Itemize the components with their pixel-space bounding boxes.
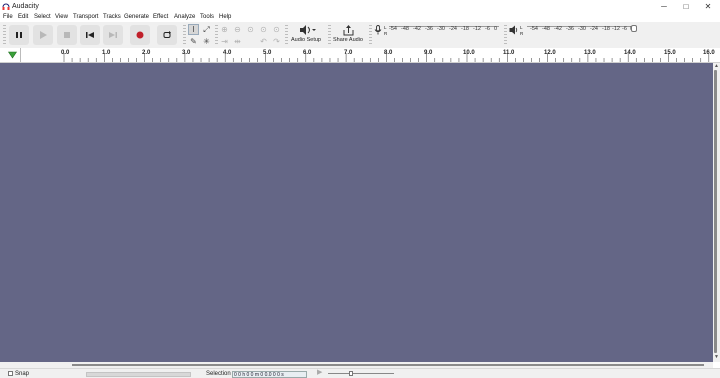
maximize-button[interactable]: □ — [676, 1, 696, 12]
play-meter-tick: -18 — [602, 26, 610, 32]
toolbar: I ⤢ ✎ ✳ ⊕ ⊖ ⊙ ⊙ ⊙ ⇥ ⇹ ↶ ↷ Audio Setup Sh… — [0, 22, 720, 49]
menu-generate[interactable]: Generate — [124, 13, 149, 22]
play-speed-slider[interactable] — [328, 373, 394, 374]
share-audio-button[interactable]: Share Audio — [332, 24, 366, 46]
skip-to-end-icon — [109, 32, 117, 38]
zoom-toggle-icon[interactable]: ⊙ — [271, 24, 282, 35]
zoom-in-icon[interactable]: ⊕ — [219, 24, 230, 35]
scroll-up-arrow-icon[interactable]: ▲ — [714, 64, 719, 69]
play-meter-left-channel: L — [520, 25, 523, 30]
vertical-scroll-thumb[interactable] — [714, 70, 717, 353]
window-title: Audacity — [12, 3, 39, 10]
stop-icon — [64, 32, 70, 38]
toolbar-grip[interactable] — [369, 25, 372, 45]
record-meter-tick: -48 — [401, 26, 409, 32]
microphone-icon[interactable] — [374, 25, 382, 35]
menu-view[interactable]: View — [55, 13, 68, 22]
record-meter-tick: -18 — [461, 26, 469, 32]
menu-select[interactable]: Select — [34, 13, 51, 22]
selection-tool-icon[interactable]: I — [188, 24, 199, 35]
menu-transport[interactable]: Transport — [73, 13, 98, 22]
envelope-tool-icon[interactable]: ⤢ — [201, 24, 212, 35]
ruler-ticks — [63, 53, 710, 62]
speaker-icon[interactable] — [509, 25, 518, 35]
skip-to-start-icon — [86, 32, 94, 38]
share-icon — [343, 25, 354, 36]
silence-icon[interactable]: ⇹ — [232, 36, 243, 47]
record-meter-left-channel: L — [384, 25, 387, 30]
loop-button[interactable] — [157, 25, 177, 45]
play-meter-tick: -6 — [622, 26, 627, 32]
record-meter-tick: -6 — [485, 26, 490, 32]
redo-icon[interactable]: ↷ — [271, 36, 282, 47]
audio-setup-label: Audio Setup — [291, 37, 321, 43]
toolbar-grip[interactable] — [215, 25, 218, 45]
playback-volume-handle[interactable] — [631, 25, 637, 32]
zoom-out-icon[interactable]: ⊖ — [232, 24, 243, 35]
pause-icon — [16, 32, 22, 38]
play-speed-handle[interactable] — [349, 371, 353, 376]
audacity-logo-icon — [2, 3, 10, 10]
play-button[interactable] — [33, 25, 53, 45]
scroll-down-arrow-icon[interactable]: ▼ — [714, 355, 719, 360]
trim-icon[interactable]: ⇥ — [219, 36, 230, 47]
play-meter-tick: -12 — [612, 26, 620, 32]
skip-to-end-button[interactable] — [103, 25, 123, 45]
menu-tools[interactable]: Tools — [200, 13, 214, 22]
skip-to-start-button[interactable] — [80, 25, 100, 45]
multi-tool-icon[interactable]: ✳ — [201, 36, 212, 47]
close-button[interactable]: ✕ — [698, 1, 718, 12]
speaker-icon — [300, 25, 316, 35]
fit-selection-icon[interactable]: ⊙ — [245, 24, 256, 35]
play-meter-tick: -30 — [578, 26, 586, 32]
record-meter-tick: -30 — [437, 26, 445, 32]
play-meter-tick: -48 — [542, 26, 550, 32]
undo-icon[interactable]: ↶ — [258, 36, 269, 47]
record-meter-tick: -12 — [473, 26, 481, 32]
pause-button[interactable] — [9, 25, 29, 45]
menu-bar: File Edit Select View Transport Tracks G… — [0, 13, 720, 22]
record-meter-tick: 0 — [494, 26, 498, 32]
minimize-button[interactable]: ─ — [654, 1, 674, 12]
loop-icon — [163, 31, 171, 38]
toolbar-grip[interactable] — [3, 25, 6, 45]
record-meter-right-channel: R — [384, 31, 388, 36]
play-at-speed-icon[interactable]: ▶ — [317, 369, 322, 377]
menu-tracks[interactable]: Tracks — [103, 13, 121, 22]
snap-dropdown[interactable] — [86, 372, 191, 377]
record-icon — [136, 31, 144, 39]
fit-project-icon[interactable]: ⊙ — [258, 24, 269, 35]
stop-button[interactable] — [57, 25, 77, 45]
selection-time-value: 0 0 h 0 0 m 0 0.0 0 0 s — [234, 372, 284, 378]
record-meter-tick: -36 — [425, 26, 433, 32]
timeline-ruler[interactable]: 0.0 1.0 2.0 3.0 4.0 5.0 6.0 7.0 8.0 9.0 … — [0, 48, 720, 63]
menu-file[interactable]: File — [3, 13, 13, 22]
menu-edit[interactable]: Edit — [18, 13, 28, 22]
toolbar-grip[interactable] — [285, 25, 288, 45]
play-meter-tick: -42 — [554, 26, 562, 32]
toolbar-grip[interactable] — [328, 25, 331, 45]
record-button[interactable] — [130, 25, 150, 45]
menu-effect[interactable]: Effect — [153, 13, 168, 22]
play-meter-tick: -36 — [566, 26, 574, 32]
play-meter-tick: -24 — [590, 26, 598, 32]
record-meter-tick: -54 — [389, 26, 397, 32]
track-area[interactable] — [0, 63, 713, 362]
audio-setup-button[interactable]: Audio Setup — [290, 24, 326, 46]
draw-tool-icon[interactable]: ✎ — [188, 36, 199, 47]
title-bar: Audacity ─ □ ✕ — [0, 0, 720, 13]
menu-analyze[interactable]: Analyze — [174, 13, 195, 22]
play-meter-tick: -54 — [530, 26, 538, 32]
horizontal-scroll-thumb[interactable] — [72, 364, 704, 366]
play-icon — [40, 31, 47, 39]
play-meter-right-channel: R — [520, 31, 524, 36]
snap-checkbox[interactable] — [8, 371, 13, 376]
menu-help[interactable]: Help — [219, 13, 231, 22]
record-meter-tick: -42 — [413, 26, 421, 32]
toolbar-grip[interactable] — [504, 25, 507, 45]
share-audio-label: Share Audio — [333, 37, 363, 43]
toolbar-grip[interactable] — [183, 25, 186, 45]
record-meter-tick: -24 — [449, 26, 457, 32]
